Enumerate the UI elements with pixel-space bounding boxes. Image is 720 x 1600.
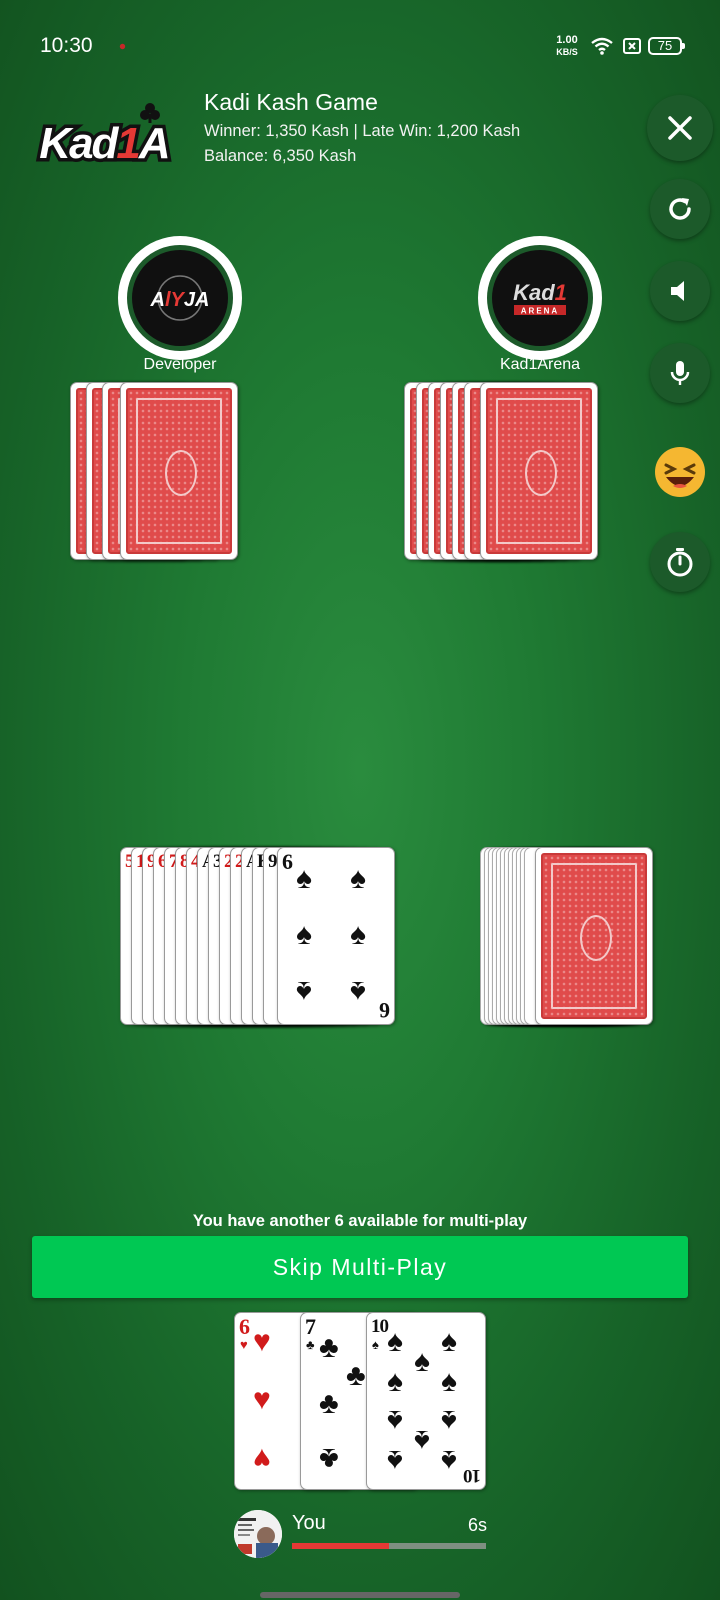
wifi-icon <box>591 37 613 55</box>
network-speed-value: 1.00 <box>556 34 578 46</box>
opponent-avatar-developer: AlYJA <box>118 236 242 360</box>
notification-icon <box>119 43 126 50</box>
opponent-hand-kad1arena <box>404 382 604 562</box>
close-icon <box>668 116 692 140</box>
status-time: 10:30 <box>40 34 93 57</box>
spade-pip: ♠ <box>350 862 366 895</box>
battery-indicator: 75 <box>648 37 685 55</box>
heart-icon: ♥ <box>240 1337 248 1352</box>
club-pip: ♣ <box>346 1359 366 1392</box>
spade-pip: ♠ <box>296 975 312 1008</box>
speaker-icon <box>671 281 684 301</box>
player-hand: 6 ♥ ♥ ♥ ♥ 7 ♣ ♣ ♣ ♣ ♣ 10 ♠ ♠ ♠ ♠ ♠ ♠ ♠ ♠… <box>234 1312 490 1494</box>
turn-timer: 6s <box>468 1515 488 1535</box>
spade-pip: ♠ <box>387 1404 403 1437</box>
alyja-logo: AlYJA <box>150 275 210 321</box>
hand-card-10-spades[interactable]: 10 ♠ ♠ ♠ ♠ ♠ ♠ ♠ ♠ ♠ ♠ ♠ 10 <box>366 1312 486 1490</box>
spade-pip: ♠ <box>441 1325 457 1358</box>
player-name: You <box>292 1512 326 1534</box>
card-rank: 6 <box>380 998 390 1023</box>
svg-text:ARENA: ARENA <box>521 307 559 316</box>
heart-pip: ♥ <box>253 1325 271 1358</box>
timer-button[interactable] <box>650 532 710 592</box>
close-button[interactable] <box>647 95 713 161</box>
club-pip: ♣ <box>319 1387 339 1420</box>
spade-pip: ♠ <box>387 1325 403 1358</box>
emoji-icon <box>655 447 705 497</box>
spade-pip: ♠ <box>441 1444 457 1477</box>
turn-timer-progress <box>292 1543 389 1549</box>
refresh-button[interactable] <box>650 179 710 239</box>
microphone-icon <box>670 361 690 385</box>
refresh-icon <box>669 198 691 220</box>
player-avatar <box>234 1510 282 1558</box>
card-back <box>120 382 238 560</box>
balance-info: Balance: 6,350 Kash <box>204 147 357 165</box>
card-rank: 6 <box>239 1314 250 1339</box>
spade-icon: ♠ <box>372 1337 379 1352</box>
spade-pip: ♠ <box>387 1365 403 1398</box>
kad1arena-logo: Kad1 ARENA <box>513 280 567 316</box>
svg-text:AlYJA: AlYJA <box>150 289 210 311</box>
skip-multi-play-button[interactable]: Skip Multi-Play <box>32 1236 688 1298</box>
opponent-name: Developer <box>143 356 217 373</box>
spade-pip: ♠ <box>296 862 312 895</box>
opponent-avatar-kad1arena: Kad1 ARENA <box>478 236 602 360</box>
heart-pip: ♥ <box>253 1383 271 1416</box>
club-pip: ♣ <box>319 1331 339 1364</box>
sound-button[interactable] <box>650 261 710 321</box>
spade-pip: ♠ <box>414 1345 430 1378</box>
microphone-button[interactable] <box>650 343 710 403</box>
card-rank: 6 <box>282 849 293 874</box>
card-back <box>535 847 653 1025</box>
sim-icon <box>623 38 641 54</box>
discard-top-card: 6 ♠ ♠ ♠ ♠ ♠ ♠ 6 <box>277 847 395 1025</box>
opponent-hand-developer <box>70 382 240 562</box>
stopwatch-icon <box>667 548 693 577</box>
spade-pip: ♠ <box>350 918 366 951</box>
emoji-button[interactable] <box>654 446 706 498</box>
club-pip: ♣ <box>319 1442 339 1475</box>
card-back <box>480 382 598 560</box>
card-rank: 10 <box>464 1465 481 1486</box>
card-rank: 10 <box>371 1316 389 1337</box>
card-rank: 9 <box>268 851 277 872</box>
club-icon: ♣ <box>306 1337 315 1352</box>
svg-text:Kad1A: Kad1A <box>39 119 168 166</box>
heart-pip: ♥ <box>253 1442 271 1475</box>
game-title: Kadi Kash Game <box>204 89 378 115</box>
network-speed-unit: KB/S <box>556 47 578 57</box>
kad1a-logo: Kad1A Kad1A <box>36 103 174 166</box>
discard-pile: 51096784A322AK9 6 ♠ ♠ ♠ ♠ ♠ ♠ 6 <box>120 847 400 1027</box>
spade-pip: ♠ <box>387 1444 403 1477</box>
svg-text:Kad1: Kad1 <box>513 280 567 305</box>
gesture-bar <box>260 1592 460 1598</box>
opponent-name: Kad1Arena <box>499 356 581 373</box>
multi-play-hint: You have another 6 available for multi-p… <box>192 1212 528 1230</box>
spade-pip: ♠ <box>414 1424 430 1457</box>
card-rank: 7 <box>305 1314 316 1339</box>
spade-pip: ♠ <box>350 975 366 1008</box>
spade-pip: ♠ <box>296 918 312 951</box>
status-bar: 10:30 1.00 KB/S 75 <box>0 0 720 62</box>
player-photo <box>234 1510 282 1558</box>
network-speed: 1.00 KB/S <box>550 34 584 58</box>
spade-pip: ♠ <box>441 1404 457 1437</box>
draw-pile[interactable] <box>480 847 660 1027</box>
prize-info: Winner: 1,350 Kash | Late Win: 1,200 Kas… <box>204 122 521 140</box>
spade-pip: ♠ <box>441 1365 457 1398</box>
